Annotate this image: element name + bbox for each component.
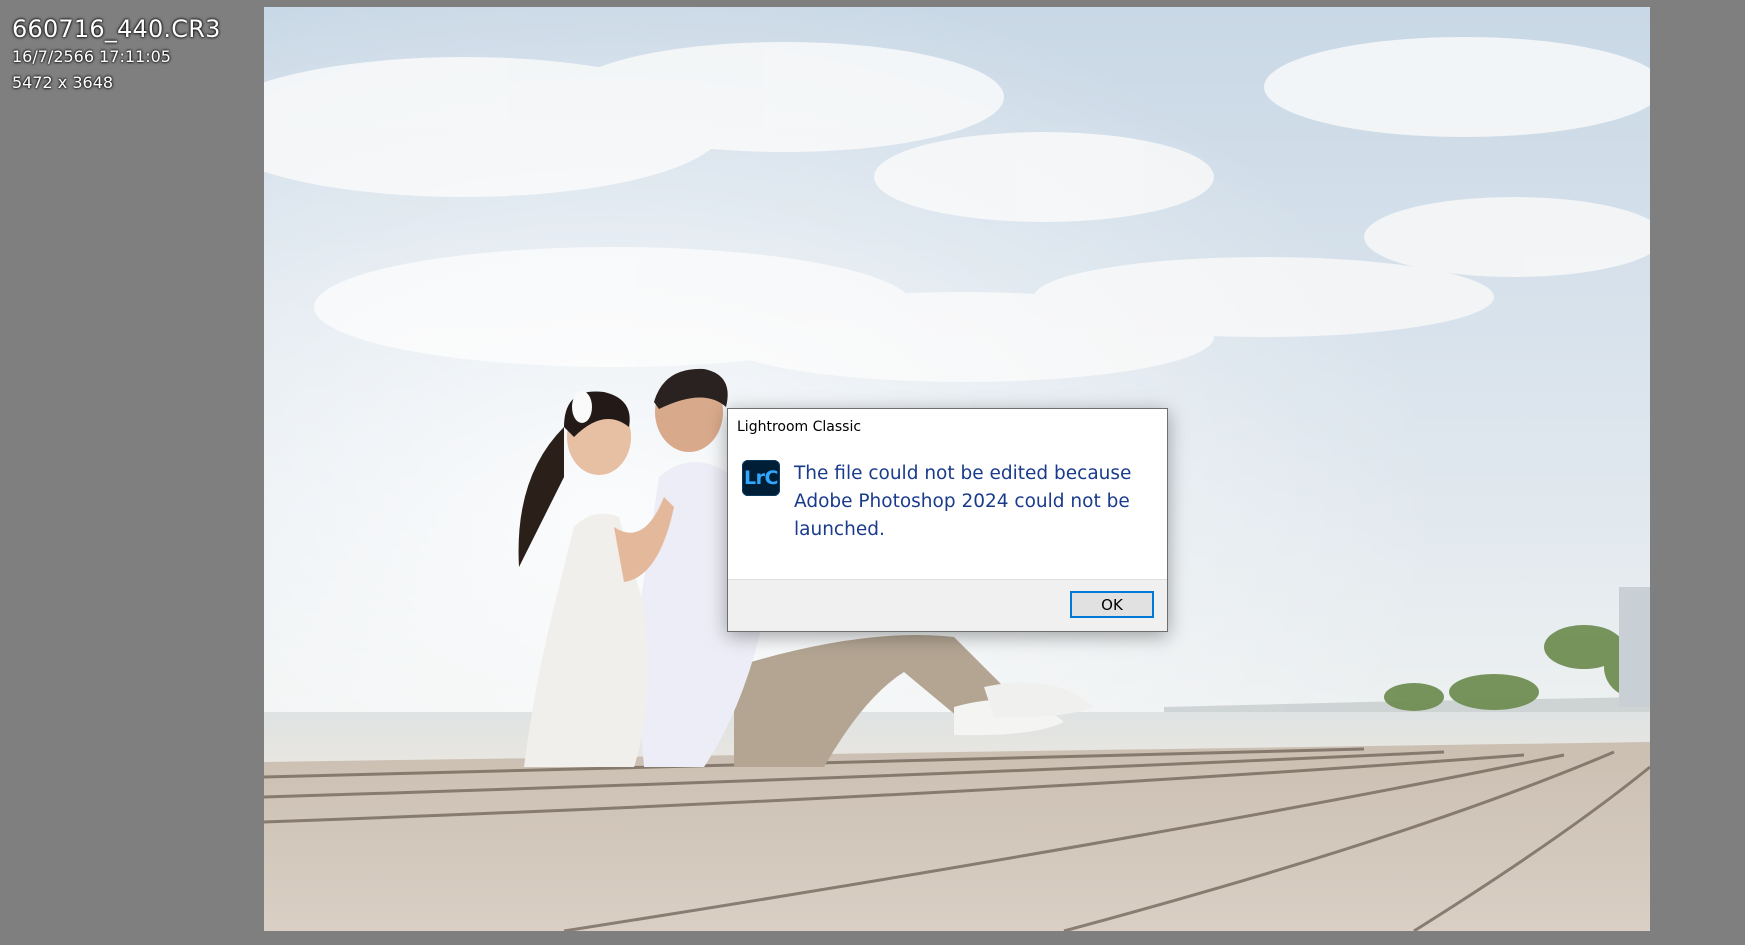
photo-filename: 660716_440.CR3	[12, 15, 221, 43]
app-icon-text: LrC	[744, 467, 778, 489]
dialog-title: Lightroom Classic	[737, 419, 862, 435]
dialog-message: The file could not be edited because Ado…	[794, 463, 1132, 540]
lightroom-loupe-view: 660716_440.CR3 16/7/2566 17:11:05 5472 x…	[0, 0, 1745, 945]
dialog-footer: OK	[728, 579, 1167, 631]
lightroom-classic-icon: LrC	[742, 460, 780, 496]
error-dialog: Lightroom Classic LrC The file could not…	[727, 408, 1168, 632]
photo-datetime: 16/7/2566 17:11:05	[12, 47, 171, 66]
ok-button[interactable]: OK	[1070, 591, 1154, 618]
photo-dimensions: 5472 x 3648	[12, 73, 114, 92]
photo-info-overlay: 660716_440.CR3 16/7/2566 17:11:05 5472 x…	[12, 14, 221, 96]
